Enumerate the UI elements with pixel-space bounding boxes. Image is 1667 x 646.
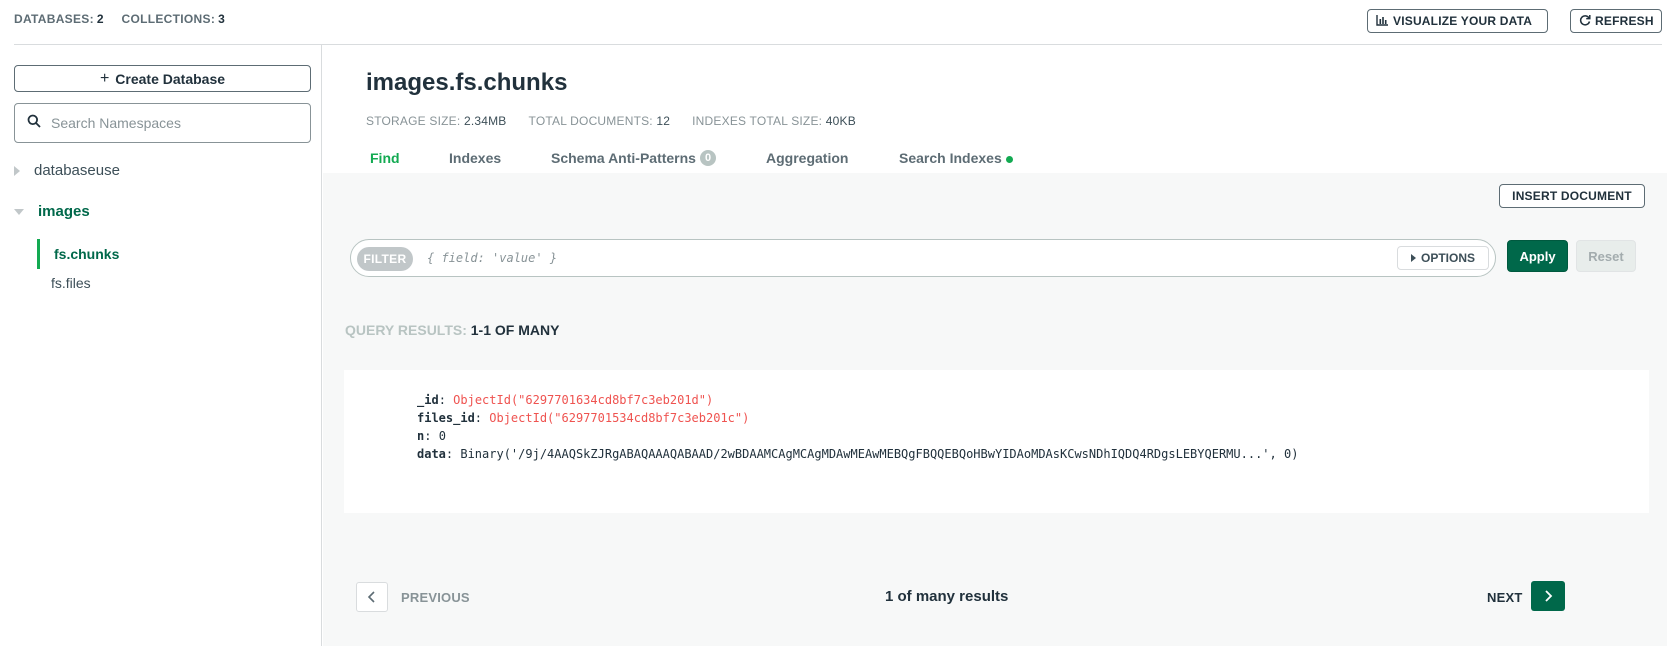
search-namespaces-box[interactable] — [14, 103, 311, 143]
document-body: _id: ObjectId("6297701634cd8bf7c3eb201d"… — [417, 391, 1298, 463]
total-documents-value: 12 — [656, 114, 671, 128]
search-icon — [27, 114, 41, 133]
document-field: data: Binary('/9j/4AAQSkZJRgABAQAAAQABAA… — [417, 447, 1299, 461]
anti-patterns-count-badge: 0 — [699, 150, 717, 166]
apply-button[interactable]: Apply — [1507, 240, 1568, 272]
database-name: images — [38, 203, 90, 220]
caret-right-icon — [14, 165, 20, 176]
databases-count: 2 — [96, 12, 104, 26]
databases-label: DATABASES: — [14, 12, 94, 26]
results-count: 1 of many results — [885, 588, 1009, 605]
collection-stats: STORAGE SIZE: 2.34MB TOTAL DOCUMENTS: 12… — [366, 114, 856, 128]
filter-input[interactable]: { field: 'value' } — [427, 251, 557, 265]
visualize-data-button[interactable]: VISUALIZE YOUR DATA — [1367, 9, 1548, 33]
bar-chart-icon — [1376, 14, 1389, 29]
total-documents-label: TOTAL DOCUMENTS: — [528, 114, 653, 128]
query-results-range: 1-1 OF MANY — [470, 322, 560, 338]
query-results-summary: QUERY RESULTS: 1-1 OF MANY — [345, 322, 559, 338]
options-button[interactable]: OPTIONS — [1397, 246, 1489, 270]
plus-icon: + — [99, 69, 110, 87]
storage-size-value: 2.34MB — [463, 114, 507, 128]
sidebar-item-images[interactable]: images — [14, 203, 90, 220]
visualize-data-label: VISUALIZE YOUR DATA — [1393, 14, 1533, 28]
filter-bar[interactable]: FILTER { field: 'value' } OPTIONS — [350, 239, 1496, 277]
query-content: INSERT DOCUMENT FILTER { field: 'value' … — [323, 173, 1667, 646]
collection-name: fs.files — [51, 275, 91, 291]
field-key: _id — [417, 393, 439, 407]
tab-label: Indexes — [449, 150, 502, 166]
status-dot-icon — [1005, 155, 1013, 163]
tab-search-indexes[interactable]: Search Indexes — [899, 150, 1013, 166]
document-field: n: 0 — [417, 429, 446, 443]
tab-indexes[interactable]: Indexes — [449, 150, 501, 166]
caret-down-icon — [14, 208, 24, 215]
next-label: NEXT — [1487, 590, 1523, 605]
tab-label: Find — [370, 150, 400, 166]
collection-title: images.fs.chunks — [366, 69, 568, 96]
tab-aggregation[interactable]: Aggregation — [766, 150, 848, 166]
indexes-size-label: INDEXES TOTAL SIZE: — [692, 114, 823, 128]
field-value: Binary('/9j/4AAQSkZJRgABAQAAAQABAAD/2wBD… — [460, 447, 1299, 461]
sidebar-item-fs-chunks[interactable]: fs.chunks — [37, 239, 119, 269]
create-database-label: Create Database — [115, 70, 226, 87]
field-key: files_id — [417, 411, 475, 425]
top-bar: DATABASES: 2 COLLECTIONS: 3 VISUALIZE YOUR… — [0, 0, 1667, 44]
instance-stats: DATABASES: 2 COLLECTIONS: 3 — [14, 12, 239, 26]
previous-page-button[interactable] — [356, 582, 388, 612]
main-panel: images.fs.chunks STORAGE SIZE: 2.34MB TO… — [323, 45, 1667, 646]
field-key: n — [417, 429, 425, 443]
field-value: 0 — [438, 429, 446, 443]
search-namespaces-input[interactable] — [51, 115, 291, 131]
query-results-label: QUERY RESULTS: — [345, 322, 467, 338]
previous-label: PREVIOUS — [401, 590, 470, 605]
tab-schema-anti-patterns[interactable]: Schema Anti-Patterns 0 — [551, 150, 717, 166]
document-field: files_id: ObjectId("6297701534cd8bf7c3eb… — [417, 411, 750, 425]
database-name: databaseuse — [34, 162, 120, 179]
refresh-label: REFRESH — [1595, 14, 1654, 28]
indexes-size-value: 40KB — [825, 114, 856, 128]
collections-label: COLLECTIONS: — [121, 12, 216, 26]
field-key: data — [417, 447, 446, 461]
refresh-button[interactable]: REFRESH — [1570, 9, 1662, 33]
chevron-right-icon — [1545, 590, 1553, 602]
field-value: ObjectId("6297701634cd8bf7c3eb201d") — [453, 393, 714, 407]
filter-pill: FILTER — [357, 247, 413, 271]
sidebar: + Create Database databaseuse images fs.… — [0, 45, 322, 646]
tab-find[interactable]: Find — [370, 150, 400, 166]
next-page-button[interactable] — [1531, 581, 1565, 611]
refresh-icon — [1579, 14, 1591, 29]
options-label: OPTIONS — [1420, 251, 1475, 265]
tab-label: Schema Anti-Patterns — [551, 150, 696, 166]
insert-document-button[interactable]: INSERT DOCUMENT — [1499, 184, 1645, 208]
sidebar-item-fs-files[interactable]: fs.files — [51, 275, 91, 291]
sidebar-item-databaseuse[interactable]: databaseuse — [14, 162, 120, 179]
reset-button[interactable]: Reset — [1576, 240, 1636, 272]
create-database-button[interactable]: + Create Database — [14, 65, 311, 92]
caret-right-icon — [1410, 254, 1416, 262]
collections-count: 3 — [218, 12, 226, 26]
chevron-left-icon — [367, 591, 375, 603]
storage-size-label: STORAGE SIZE: — [366, 114, 461, 128]
document-field: _id: ObjectId("6297701634cd8bf7c3eb201d"… — [417, 393, 714, 407]
tab-label: Search Indexes — [899, 150, 1002, 166]
tab-label: Aggregation — [766, 150, 849, 166]
collection-name: fs.chunks — [54, 246, 120, 262]
field-value: ObjectId("6297701534cd8bf7c3eb201c") — [489, 411, 750, 425]
document-card[interactable]: _id: ObjectId("6297701634cd8bf7c3eb201d"… — [344, 370, 1649, 513]
